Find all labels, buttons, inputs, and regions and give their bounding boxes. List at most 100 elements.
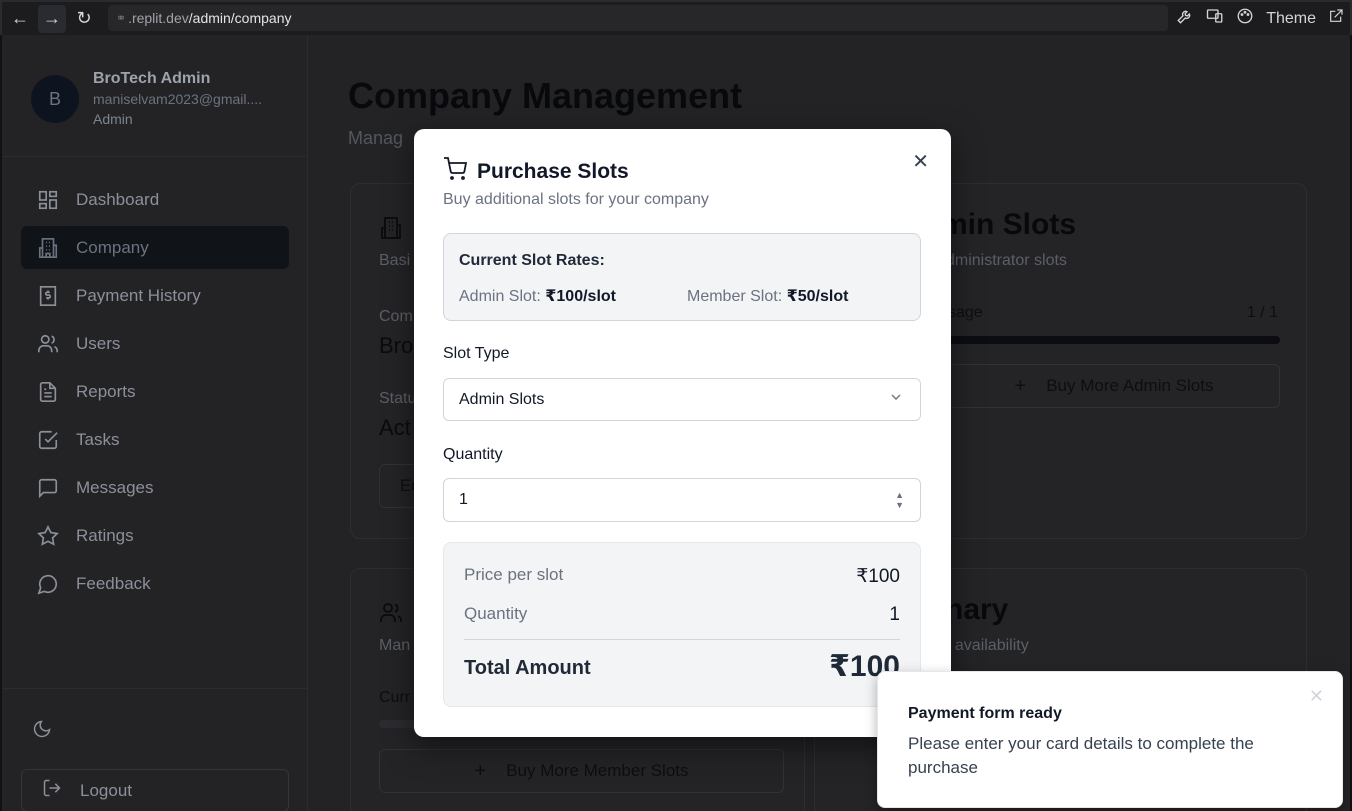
url-path: /admin/company <box>188 10 292 26</box>
sidebar-item-label: Reports <box>76 381 136 401</box>
back-icon[interactable]: ← <box>6 5 34 33</box>
price-summary: Price per slot ₹100 Quantity 1 Total Amo… <box>443 542 921 707</box>
sidebar-footer: Logout <box>2 688 308 811</box>
usage-label: Curr <box>379 689 411 706</box>
usage-progress-bar <box>948 336 1280 344</box>
rate-label: Admin Slot: <box>459 288 541 305</box>
building-icon <box>35 237 61 259</box>
slot-type-select[interactable]: Admin Slots <box>443 378 921 421</box>
sidebar-item-label: Ratings <box>76 525 134 545</box>
sidebar-item-label: Users <box>76 333 121 353</box>
rate-value: ₹50/slot <box>786 288 849 305</box>
theme-button[interactable]: Theme <box>1266 10 1316 28</box>
toast-title: Payment form ready <box>908 705 1062 722</box>
reload-icon[interactable]: ↻ <box>70 5 98 33</box>
price-per-slot-row: Price per slot ₹100 <box>464 565 900 588</box>
field-label: Com <box>379 308 413 325</box>
check-square-icon <box>35 429 61 451</box>
quantity-value: 1 <box>459 491 468 508</box>
member-slot-rate: Member Slot: ₹50/slot <box>687 286 848 306</box>
wrench-icon[interactable] <box>1176 7 1194 30</box>
moon-icon[interactable] <box>32 719 52 744</box>
sidebar-item-label: Company <box>76 237 149 257</box>
user-name: BroTech Admin <box>93 70 211 87</box>
sidebar-item-reports[interactable]: Reports <box>21 370 289 413</box>
sidebar-item-company[interactable]: Company <box>21 226 289 269</box>
browser-toolbar: ← → ↻ ⚭ .replit.dev/admin/company Theme <box>0 0 1352 35</box>
toast-notification: ✕ Payment form ready Please enter your c… <box>877 671 1343 808</box>
close-icon[interactable]: ✕ <box>1309 686 1324 707</box>
sidebar-item-label: Tasks <box>76 429 120 449</box>
close-icon[interactable]: ✕ <box>912 149 929 174</box>
logout-button[interactable]: Logout <box>21 769 289 811</box>
card-subtitle: t availability <box>946 637 1029 654</box>
sidebar-item-users[interactable]: Users <box>21 322 289 365</box>
total-label: Total Amount <box>464 657 591 679</box>
user-email: maniselvam2023@gmail.... <box>93 91 263 107</box>
sidebar-item-label: Messages <box>76 477 154 497</box>
row-label: Quantity <box>464 604 528 623</box>
link-icon: ⚭ <box>116 11 127 25</box>
external-link-icon[interactable] <box>1328 8 1344 29</box>
rate-label: Member Slot: <box>687 288 783 305</box>
star-icon <box>35 524 61 547</box>
quantity-row: Quantity 1 <box>464 604 900 626</box>
buy-admin-slots-button[interactable]: + Buy More Admin Slots <box>948 364 1280 408</box>
sidebar-item-messages[interactable]: Messages <box>21 466 289 509</box>
row-value: ₹100 <box>856 566 900 587</box>
slot-rates-box: Current Slot Rates: Admin Slot: ₹100/slo… <box>443 233 921 321</box>
url-host: .replit.dev <box>128 10 189 26</box>
address-bar[interactable]: ⚭ .replit.dev/admin/company <box>108 5 1168 31</box>
sidebar-item-dashboard[interactable]: Dashboard <box>21 178 289 221</box>
row-value: 1 <box>889 604 900 625</box>
file-icon <box>35 381 61 403</box>
toast-message: Please enter your card details to comple… <box>908 734 1254 777</box>
rate-value: ₹100/slot <box>545 288 616 305</box>
message-square-icon <box>35 477 61 499</box>
select-value: Admin Slots <box>459 390 545 408</box>
sidebar-item-ratings[interactable]: Ratings <box>21 514 289 557</box>
page-subtitle: Manag <box>348 128 404 148</box>
forward-icon[interactable]: → <box>38 4 66 33</box>
card-subtitle: Basi <box>379 252 411 269</box>
devices-icon[interactable] <box>1206 7 1224 30</box>
sidebar: B BroTech Admin maniselvam2023@gmail....… <box>2 35 308 811</box>
dashboard-icon <box>35 189 61 211</box>
logout-label: Logout <box>80 780 132 800</box>
sidebar-nav: Dashboard Company Payment History Users … <box>21 178 289 610</box>
card-subtitle: dministrator slots <box>946 252 1067 269</box>
plus-icon: + <box>474 759 487 782</box>
buy-member-slots-button[interactable]: + Buy More Member Slots <box>379 749 784 793</box>
sidebar-item-feedback[interactable]: Feedback <box>21 562 289 605</box>
plus-icon: + <box>1014 374 1027 397</box>
rates-title: Current Slot Rates: <box>459 252 605 269</box>
users-icon <box>35 333 61 355</box>
usage-label: sage <box>948 304 983 321</box>
quantity-label: Quantity <box>443 446 503 463</box>
chevron-down-icon <box>888 389 904 410</box>
admin-slot-rate: Admin Slot: ₹100/slot <box>459 286 616 306</box>
sidebar-item-payment-history[interactable]: Payment History <box>21 274 289 317</box>
sidebar-item-label: Payment History <box>76 285 201 305</box>
card-title: nary <box>945 593 1009 626</box>
spinner-icon[interactable]: ▲ ▼ <box>895 490 904 510</box>
company-name-value: Bro <box>379 333 414 358</box>
card-subtitle: Man <box>379 637 411 654</box>
dialog-description: Buy additional slots for your company <box>443 191 709 208</box>
row-label: Price per slot <box>464 565 564 584</box>
button-label: Buy More Member Slots <box>506 761 689 780</box>
status-value: Act <box>379 415 411 440</box>
users-icon <box>379 601 403 630</box>
divider <box>464 639 900 640</box>
logout-icon <box>42 778 62 803</box>
palette-icon[interactable] <box>1236 7 1254 30</box>
slot-type-label: Slot Type <box>443 345 510 362</box>
quantity-input[interactable]: 1 ▲ ▼ <box>443 478 921 522</box>
field-label: Statu <box>379 390 417 407</box>
receipt-icon <box>35 285 61 307</box>
sidebar-item-tasks[interactable]: Tasks <box>21 418 289 461</box>
sidebar-item-label: Dashboard <box>76 189 160 209</box>
usage-value: 1 / 1 <box>1246 304 1278 321</box>
sidebar-item-label: Feedback <box>76 573 151 593</box>
purchase-slots-dialog: ✕ Purchase Slots Buy additional slots fo… <box>414 129 951 737</box>
